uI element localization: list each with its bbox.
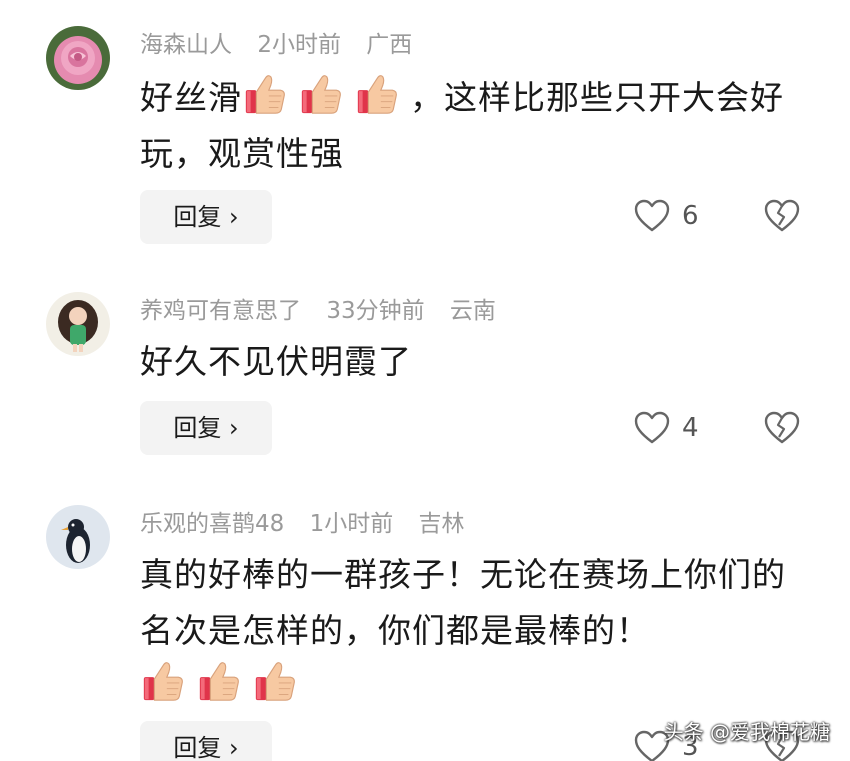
thumbs-up-emoji [196,658,242,704]
comment-meta: 养鸡可有意思了 33分钟前 云南 [140,296,514,326]
broken-heart-icon[interactable] [764,199,800,233]
like-count: 6 [682,201,699,231]
comment-meta: 乐观的喜鹊48 1小时前 吉林 [140,509,483,539]
like-button[interactable]: 4 [634,408,699,448]
thumbs-up-emoji [242,71,288,117]
avatar[interactable] [46,292,110,356]
watermark: 头条 @爱我棉花糖 [663,720,830,744]
heart-outline-icon [634,199,670,233]
like-count: 4 [682,413,699,443]
broken-heart-icon[interactable] [764,411,800,445]
thumbs-up-emoji [252,658,298,704]
comment-list: 海森山人 2小时前 广西 好丝滑 ，这样比那些只开大会好玩，观赏性强 回复 › 6 [0,0,850,761]
thumbs-up-emoji [140,658,186,704]
username[interactable]: 养鸡可有意思了 [140,298,301,324]
reply-button[interactable]: 回复 › [140,190,272,244]
penguin-avatar-image [46,505,110,569]
emoji-row [140,657,820,713]
avatar[interactable] [46,26,110,90]
thumbs-up-emoji [354,71,400,117]
username[interactable]: 海森山人 [140,32,232,58]
avatar[interactable] [46,505,110,569]
rose-avatar-image [46,26,110,90]
comment-meta: 海森山人 2小时前 广西 [140,30,430,60]
comment-text: 真的好棒的一群孩子！无论在赛场上你们的名次是怎样的，你们都是最棒的！ [140,555,786,650]
location: 云南 [449,298,496,324]
comment-item: 海森山人 2小时前 广西 好丝滑 ，这样比那些只开大会好玩，观赏性强 回复 › 6 [0,0,850,260]
timestamp: 1小时前 [309,511,394,537]
thumbs-up-emoji [298,71,344,117]
timestamp: 33分钟前 [326,298,425,324]
reply-button[interactable]: 回复 › [140,401,272,455]
comment-item: 养鸡可有意思了 33分钟前 云南 好久不见伏明霞了 回复 › 4 [0,280,850,470]
reply-button[interactable]: 回复 › [140,721,272,761]
comment-text: 好久不见伏明霞了 [140,342,412,381]
location: 吉林 [418,511,465,537]
username[interactable]: 乐观的喜鹊48 [140,511,284,537]
comment-text-start: 好丝滑 [140,78,242,117]
location: 广西 [366,32,413,58]
comment-text: 好丝滑 ，这样比那些只开大会好玩，观赏性强 [140,70,820,182]
girl-avatar-image [46,292,110,356]
heart-outline-icon [634,411,670,445]
timestamp: 2小时前 [257,32,341,58]
like-button[interactable]: 6 [634,196,699,236]
